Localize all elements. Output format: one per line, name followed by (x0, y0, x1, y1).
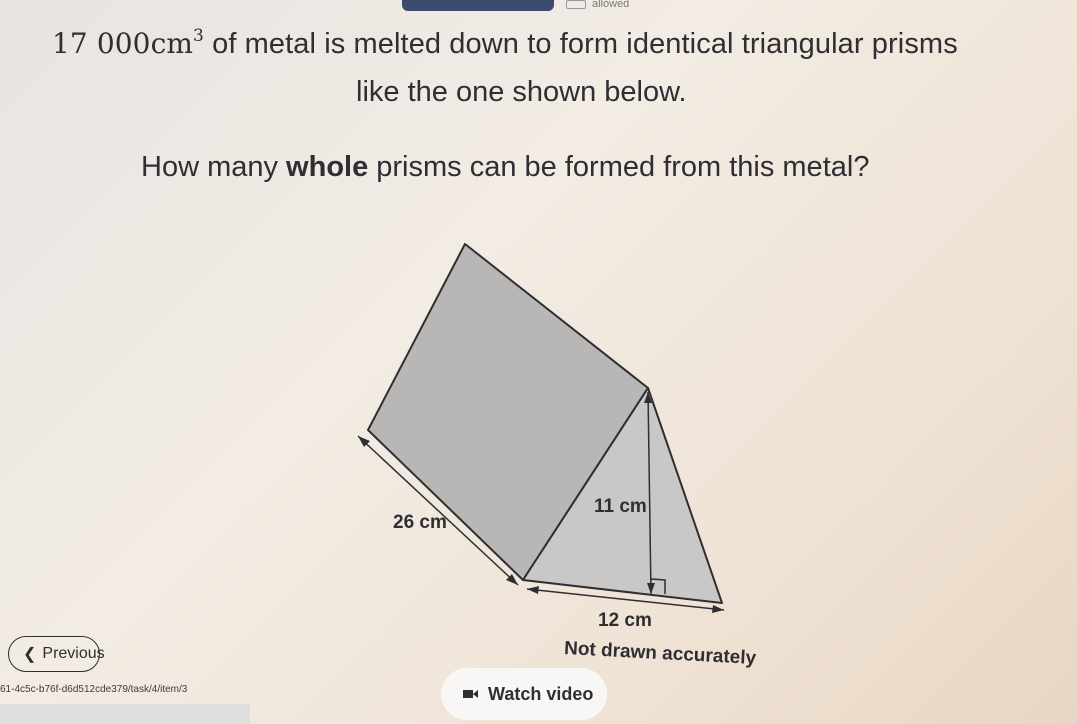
length-label: 26 cm (393, 512, 447, 533)
video-camera-icon (463, 690, 478, 698)
base-arrow-right (712, 605, 724, 613)
previous-button[interactable]: ❮ Previous (8, 636, 105, 672)
watch-video-label: Watch video (488, 683, 594, 704)
status-url: 61-4c5c-b76f-d6d512cde379/task/4/item/3 (0, 684, 188, 695)
watch-video-button[interactable]: Watch video (441, 668, 607, 720)
previous-label: Previous (42, 645, 105, 662)
height-label: 11 cm (594, 496, 647, 517)
browser-status-bar (0, 704, 250, 724)
prism-diagram: 26 cm 11 cm 12 cm (357, 243, 725, 631)
chevron-left-icon: ❮ (23, 646, 37, 663)
base-arrow-left (527, 586, 539, 594)
base-label: 12 cm (598, 610, 652, 631)
